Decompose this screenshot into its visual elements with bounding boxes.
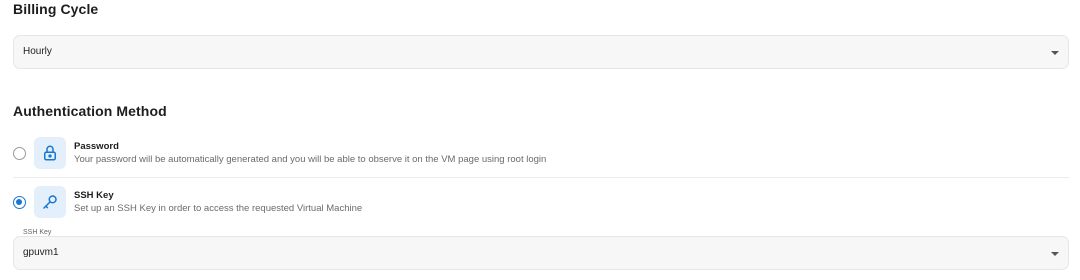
key-icon bbox=[34, 186, 66, 218]
password-option-title: Password bbox=[74, 141, 119, 152]
ssh-key-field-label: SSH Key bbox=[23, 229, 52, 236]
lock-icon bbox=[34, 137, 66, 169]
billing-cycle-select[interactable]: Hourly bbox=[13, 35, 1069, 69]
ssh-key-option-description: Set up an SSH Key in order to access the… bbox=[74, 203, 363, 214]
ssh-key-option-title: SSH Key bbox=[74, 190, 114, 201]
billing-cycle-heading: Billing Cycle bbox=[13, 1, 99, 17]
authentication-method-heading: Authentication Method bbox=[13, 103, 167, 119]
chevron-down-icon bbox=[1051, 252, 1059, 256]
ssh-key-value: gpuvm1 bbox=[23, 247, 59, 258]
password-radio[interactable] bbox=[13, 147, 26, 160]
option-divider bbox=[13, 177, 1069, 178]
ssh-key-radio[interactable] bbox=[13, 196, 26, 209]
chevron-down-icon bbox=[1051, 51, 1059, 55]
auth-option-password[interactable]: Password Your password will be automatic… bbox=[13, 135, 1069, 173]
auth-option-ssh-key[interactable]: SSH Key Set up an SSH Key in order to ac… bbox=[13, 184, 1069, 222]
ssh-key-select[interactable]: gpuvm1 bbox=[13, 236, 1069, 270]
password-option-description: Your password will be automatically gene… bbox=[74, 154, 547, 165]
billing-cycle-value: Hourly bbox=[23, 46, 52, 57]
